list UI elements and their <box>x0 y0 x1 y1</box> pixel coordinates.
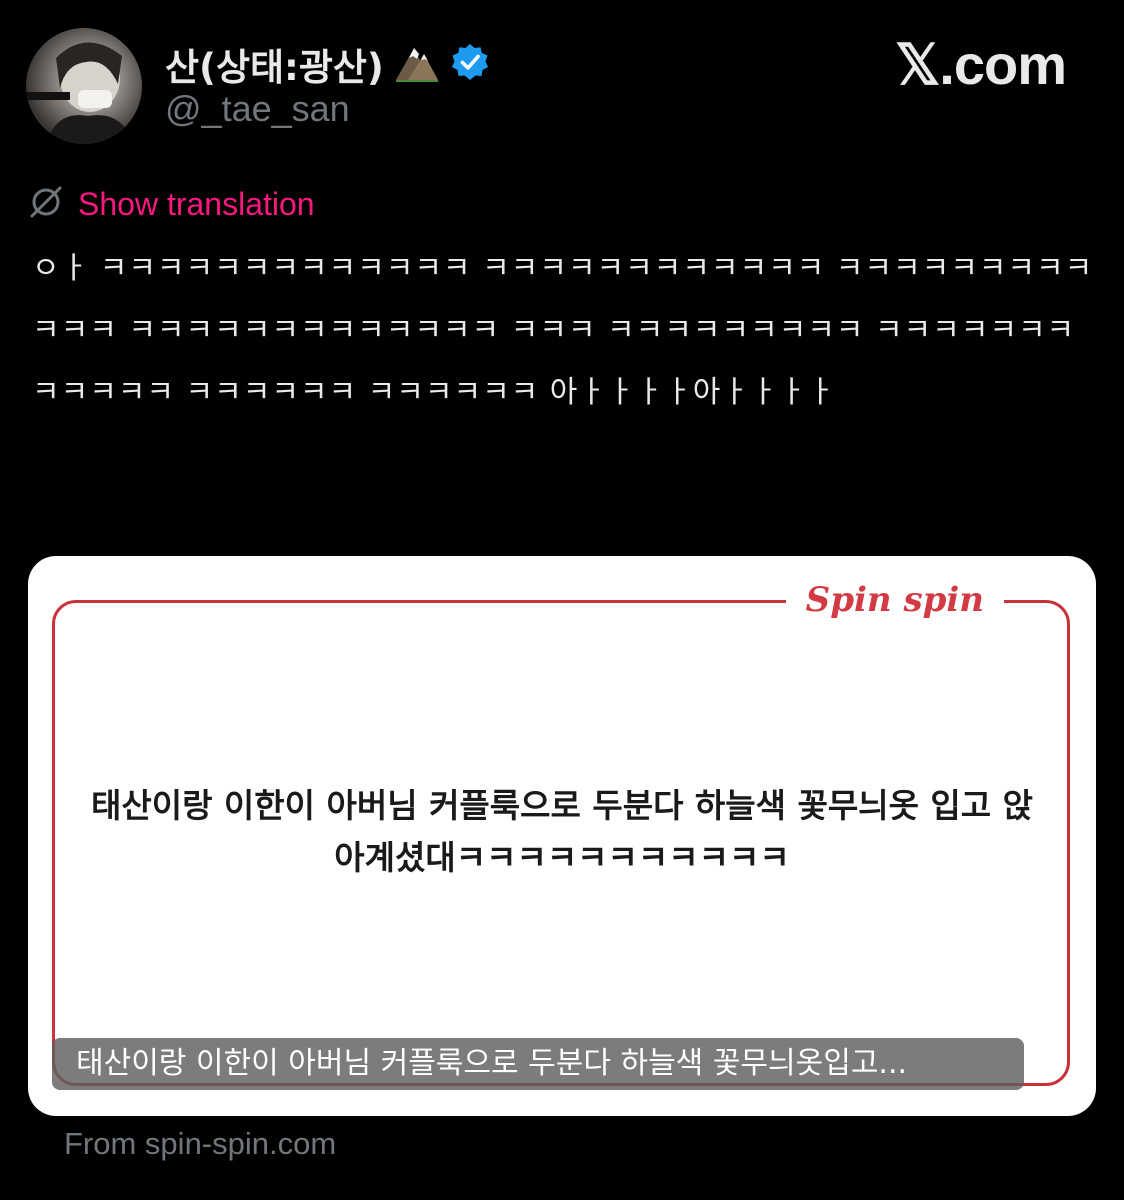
show-translation[interactable]: Show translation <box>28 180 315 228</box>
brand-watermark: 𝕏.com <box>895 33 1067 96</box>
display-name[interactable]: 산(상태:광산) <box>165 37 384 91</box>
display-name-row: 산(상태:광산) <box>165 36 490 92</box>
show-translation-label[interactable]: Show translation <box>78 186 315 223</box>
mountain-emoji-icon <box>394 42 440 86</box>
tweet-text: ㅇㅏ ㅋㅋㅋㅋㅋㅋㅋㅋㅋㅋㅋㅋㅋ ㅋㅋㅋㅋㅋㅋㅋㅋㅋㅋㅋㅋ ㅋㅋㅋㅋㅋㅋㅋㅋㅋㅋ… <box>32 251 1094 410</box>
author-avatar[interactable] <box>26 28 142 144</box>
author-handle[interactable]: @_tae_san <box>165 88 350 130</box>
card-caption: 태산이랑 이한이 아버님 커플룩으로 두분다 하늘색 꽃무늬옷입고... <box>52 1038 1024 1090</box>
card-headline: 태산이랑 이한이 아버님 커플룩으로 두분다 하늘색 꽃무늬옷 입고 앉아계셨대… <box>91 786 1033 877</box>
card-source[interactable]: From spin-spin.com <box>64 1126 336 1162</box>
verified-badge-icon <box>450 42 490 86</box>
globe-slash-icon <box>28 184 64 224</box>
link-card[interactable]: Spin spin 태산이랑 이한이 아버님 커플룩으로 두분다 하늘색 꽃무늬… <box>28 556 1096 1116</box>
card-logo: Spin spin <box>785 576 1004 624</box>
avatar-photo <box>26 42 134 144</box>
